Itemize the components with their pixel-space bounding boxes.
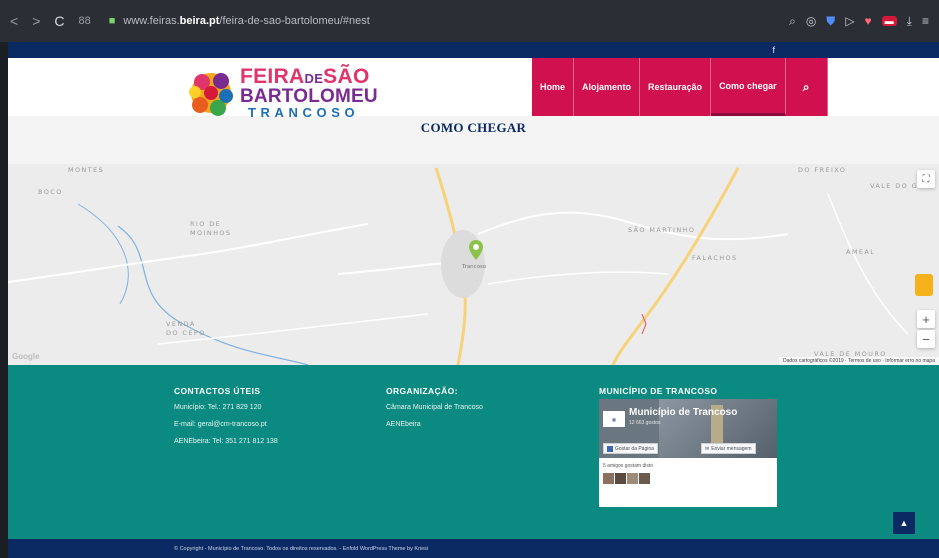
menu-item-home[interactable]: Home: [532, 58, 575, 116]
menu-item-alojamento[interactable]: Alojamento: [574, 58, 641, 116]
footer-contactos: CONTACTOS ÚTEIS Município: Tel.: 271 829…: [174, 387, 278, 455]
lock-icon: ■: [108, 15, 116, 27]
footer-line: Município: Tel.: 271 829 120: [174, 403, 262, 411]
footer-heading: CONTACTOS ÚTEIS: [174, 386, 261, 396]
camera-icon[interactable]: ◎: [806, 14, 816, 28]
map-label: SÃO MARTINHO: [628, 226, 696, 234]
download-icon[interactable]: ⤓: [907, 14, 912, 29]
fb-page-avatar[interactable]: ▦: [603, 411, 625, 427]
site-logo[interactable]: FEIRADESÃO BARTOLOMEU TRANCOSO: [188, 66, 378, 119]
zoom-in-button[interactable]: +: [917, 310, 935, 328]
browser-nav: < > C 88: [10, 13, 91, 29]
footer-heading: ORGANIZAÇÃO:: [386, 386, 458, 396]
extension-icon[interactable]: ▬: [881, 16, 897, 26]
site-header: FEIRADESÃO BARTOLOMEU TRANCOSO Home Aloj…: [8, 58, 939, 119]
map-label: MONTES: [68, 166, 105, 174]
footer-link[interactable]: Câmara Municipal de Trancoso: [386, 404, 483, 411]
shield-icon[interactable]: ⛊: [826, 14, 835, 29]
google-logo[interactable]: Google: [12, 352, 40, 361]
map-pin-icon[interactable]: [469, 240, 483, 260]
street-view-pegman-icon[interactable]: [915, 274, 933, 296]
facebook-page-widget[interactable]: ▦ Município de Trancoso 12 663 gostos Go…: [599, 399, 777, 507]
top-strip: f: [8, 42, 939, 58]
main-menu: Home Alojamento Restauração Como chegar …: [532, 58, 828, 116]
browser-toolbar: < > C 88 ■ www.feiras.beira.pt/feira-de-…: [0, 0, 939, 42]
fb-cover: ▦ Município de Trancoso 12 663 gostos Go…: [599, 399, 777, 458]
logo-wordmark: FEIRADESÃO BARTOLOMEU TRANCOSO: [240, 65, 378, 120]
footer-link[interactable]: AENEbeira: [386, 421, 483, 428]
forward-button[interactable]: >: [32, 13, 40, 29]
fb-friend-avatars: [603, 473, 650, 484]
avatar[interactable]: [639, 473, 650, 484]
back-button[interactable]: <: [10, 13, 18, 29]
footer-heading: MUNICÍPIO DE TRANCOSO: [599, 386, 718, 396]
heart-icon[interactable]: ♥: [865, 14, 872, 28]
search-icon[interactable]: ⌕: [789, 14, 796, 29]
avatar[interactable]: [615, 473, 626, 484]
site-footer: CONTACTOS ÚTEIS Município: Tel.: 271 829…: [8, 365, 939, 539]
map-label: AMEAL: [846, 248, 876, 256]
menu-item-restauracao[interactable]: Restauração: [640, 58, 712, 116]
flower-logo-icon: [188, 70, 234, 116]
send-icon[interactable]: ▷: [845, 14, 854, 28]
avatar[interactable]: [603, 473, 614, 484]
apps-grid-button[interactable]: 88: [79, 15, 91, 27]
google-map[interactable]: MONTES BOCO RIO DE MOINHOS SÃO MARTINHO …: [8, 164, 939, 365]
reload-button[interactable]: C: [54, 13, 64, 29]
address-text[interactable]: www.feiras.beira.pt/feira-de-sao-bartolo…: [123, 15, 369, 27]
map-label: VALE DO GL: [870, 182, 924, 190]
fb-likes-count: 12 663 gostos: [629, 420, 661, 426]
browser-extensions: ⌕ ◎ ⛊ ▷ ♥ ▬ ⤓ ≡: [789, 14, 929, 29]
footer-line: AENEbeira: Tel: 351 271 812 138: [174, 437, 278, 445]
footer-organizacao: ORGANIZAÇÃO: Câmara Municipal de Trancos…: [386, 387, 483, 438]
map-label: FALACHOS: [692, 254, 738, 262]
map-label: DO FREIXO: [798, 166, 847, 174]
fullscreen-button[interactable]: ⛶: [917, 170, 935, 188]
footer-email-link[interactable]: E-mail: geral@cm-trancoso.pt: [174, 421, 278, 428]
fb-friends-text: 5 amigos gostam disto: [603, 463, 654, 469]
facebook-icon: [607, 445, 613, 452]
web-page: f FEIRADESÃO BARTOLOMEU TRANCOSO Home Al…: [8, 42, 939, 558]
scroll-to-top-button[interactable]: ▲: [893, 512, 915, 534]
title-bar: COMO CHEGAR: [8, 116, 939, 164]
map-label: RIO DE MOINHOS: [190, 220, 232, 238]
fb-page-name[interactable]: Município de Trancoso: [629, 407, 737, 418]
search-icon[interactable]: ⌕: [786, 58, 828, 116]
map-label: Trancoso: [462, 264, 487, 270]
zoom-out-button[interactable]: −: [917, 330, 935, 348]
avatar[interactable]: [627, 473, 638, 484]
page-title: COMO CHEGAR: [420, 120, 527, 135]
copyright-bar: © Copyright - Município de Trancoso. Tod…: [8, 539, 939, 558]
map-attribution[interactable]: Dados cartográficos ©2019 · Termos de us…: [779, 357, 939, 365]
menu-icon[interactable]: ≡: [922, 14, 929, 28]
menu-item-como-chegar[interactable]: Como chegar: [711, 58, 786, 116]
facebook-icon[interactable]: f: [772, 45, 775, 55]
map-label: VENDA DO CEPO: [166, 320, 206, 338]
address-bar[interactable]: ■ www.feiras.beira.pt/feira-de-sao-barto…: [109, 15, 789, 27]
fb-message-button[interactable]: ✉ Enviar mensagem: [701, 443, 756, 454]
messenger-icon: ✉: [705, 445, 710, 452]
map-label: BOCO: [38, 188, 63, 196]
fb-like-button[interactable]: Gostar da Página: [603, 443, 658, 454]
